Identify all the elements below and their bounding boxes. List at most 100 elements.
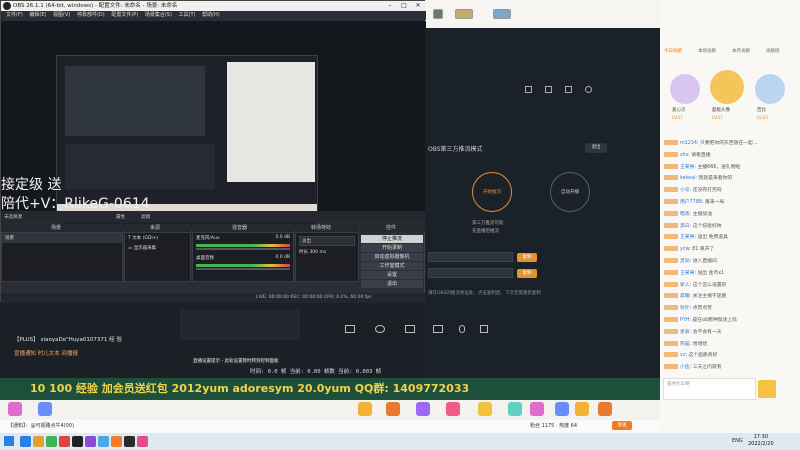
gift-icon[interactable] [8,402,22,416]
source-item[interactable]: ▭ 显示器采集 [125,243,190,253]
third-party-exit-button[interactable]: 退出 [585,143,607,153]
chat-send-button[interactable] [758,380,776,398]
obs-preview[interactable]: 接定级 送 陪代+V：RlikeG-0614 [1,21,426,230]
tab-session-contribution[interactable]: 本场贡献 [698,48,716,54]
chat-nick[interactable]: 晨曦 [680,294,690,299]
source-item[interactable]: T 文本 (GDI+) [125,233,190,243]
microphone-icon[interactable] [459,325,465,333]
chat-nick[interactable]: 新人 [680,283,690,288]
stream-key-field[interactable] [428,268,513,278]
chat-nick[interactable]: 王某男 [680,165,694,170]
gift-icon[interactable] [575,402,589,416]
gift-icon[interactable] [478,402,492,416]
stop-streaming-button[interactable]: 停止推流 [361,235,423,243]
studio-mode-button[interactable]: 工作室模式 [361,262,423,270]
chat-nick[interactable]: 熊猫 [680,342,690,347]
copy-url-button[interactable]: 复制 [517,253,537,262]
gift-icon[interactable] [446,402,460,416]
menu-file[interactable]: 文件(F) [6,11,23,20]
lock-icon[interactable] [525,86,532,93]
settings-icon[interactable] [585,86,592,93]
menu-scene-collection[interactable]: 场景集合(S) [145,11,172,20]
exit-button[interactable]: 退出 [361,280,423,288]
menu-view[interactable]: 视图(V) [53,11,70,20]
lock-icon[interactable] [545,86,552,93]
camera-icon[interactable] [375,325,385,333]
gift-send-button[interactable]: 发送 [612,421,632,430]
copy-key-button[interactable]: 复制 [517,269,537,278]
maximize-icon[interactable]: □ [397,1,411,11]
volume-slider[interactable] [196,248,290,250]
taskbar-app-icon[interactable] [85,436,96,447]
clock[interactable]: 17:30 2022/2/20 [748,434,774,448]
screen-icon[interactable] [345,325,355,333]
taskbar-app-icon[interactable] [111,436,122,447]
chat-nick[interactable]: 王某男 [680,235,694,240]
gift-icon[interactable] [555,402,569,416]
settings-button[interactable]: 设置 [361,271,423,279]
filters-button[interactable]: 滤镜 [141,214,150,220]
chat-input[interactable]: 说点什么吧 [663,378,756,400]
window-icon[interactable] [405,325,415,333]
chat-nick[interactable]: 秋叶 [680,306,690,311]
taskbar-app-icon[interactable] [137,436,148,447]
taskbar-app-icon[interactable] [20,436,31,447]
gift-icon[interactable] [508,402,522,416]
tab-month-contribution[interactable]: 本月贡献 [732,48,750,54]
taskbar-app-icon[interactable] [33,436,44,447]
chat-nick[interactable]: 王某男 [680,271,694,276]
transition-select[interactable]: 淡出 [299,236,355,246]
taskbar-app-icon[interactable] [98,436,109,447]
language-indicator[interactable]: ENG [732,438,743,444]
top-fan-avatar[interactable] [710,70,744,104]
menu-profile[interactable]: 配置文件(P) [111,11,138,20]
taskbar-app-icon[interactable] [59,436,70,447]
properties-button[interactable]: 属性 [116,214,125,220]
menu-edit[interactable]: 编辑(E) [29,11,46,20]
top-fan-avatar[interactable] [670,74,700,104]
chat-nick[interactable]: kekeai [680,176,695,181]
gift-icon[interactable] [530,402,544,416]
transition-duration[interactable]: 时长 300 ms [296,249,358,255]
gift-icon[interactable] [386,402,400,416]
start-icon[interactable] [4,436,14,446]
chat-nick[interactable]: ycw [680,247,689,252]
virtual-camera-button[interactable]: 启动虚拟摄像机 [361,253,423,261]
chat-nick[interactable]: zhv [680,153,688,158]
chat-nick[interactable]: 暗夜 [680,212,690,217]
menu-help[interactable]: 帮助(H) [202,11,220,20]
chat-nick[interactable]: m1234 [680,141,697,146]
chat-nick[interactable]: PYH [680,318,689,323]
chat-nick[interactable]: 灵动 [680,259,690,264]
tab-contribution-rank[interactable]: 贡献榜 [766,48,780,54]
stream-popup[interactable]: 直播设置提示 - 此处设置暂时转到控制面板 [190,357,282,365]
gift-icon[interactable] [358,402,372,416]
chat-nick[interactable]: vz [680,353,685,358]
mode-auto-live[interactable]: 自动开播 [550,172,590,212]
top-fan-avatar[interactable] [755,74,785,104]
chat-nick[interactable]: 小鱼 [680,365,690,370]
chat-nick[interactable]: 黑白 [680,224,690,229]
close-icon[interactable]: ✕ [411,1,425,11]
menu-tools[interactable]: 工具(T) [179,11,196,20]
speaker-icon[interactable] [480,325,488,333]
taskbar-app-icon[interactable] [46,436,57,447]
taskbar-app-icon[interactable] [124,436,135,447]
tab-today-contribution[interactable]: 今日贡献 [664,48,682,54]
chat-nick[interactable]: 小号 [680,188,690,193]
gift-icon[interactable] [38,402,52,416]
taskbar-app-icon[interactable] [72,436,83,447]
scene-item[interactable]: 场景 [2,233,122,243]
chat-nick[interactable]: 星辰 [680,330,690,335]
start-recording-button[interactable]: 开始录制 [361,244,423,252]
menu-docks[interactable]: 停靠部件(D) [77,11,105,20]
minimize-icon[interactable]: – [383,1,397,11]
chat-nick[interactable]: 用户7788 [680,200,702,205]
lock-icon[interactable] [565,86,572,93]
link-icon[interactable] [433,325,443,333]
volume-slider[interactable] [196,268,290,270]
mode-start-stream[interactable]: 开始推流 [472,172,512,212]
gift-icon[interactable] [598,402,612,416]
stream-url-field[interactable] [428,252,513,262]
gift-icon[interactable] [416,402,430,416]
